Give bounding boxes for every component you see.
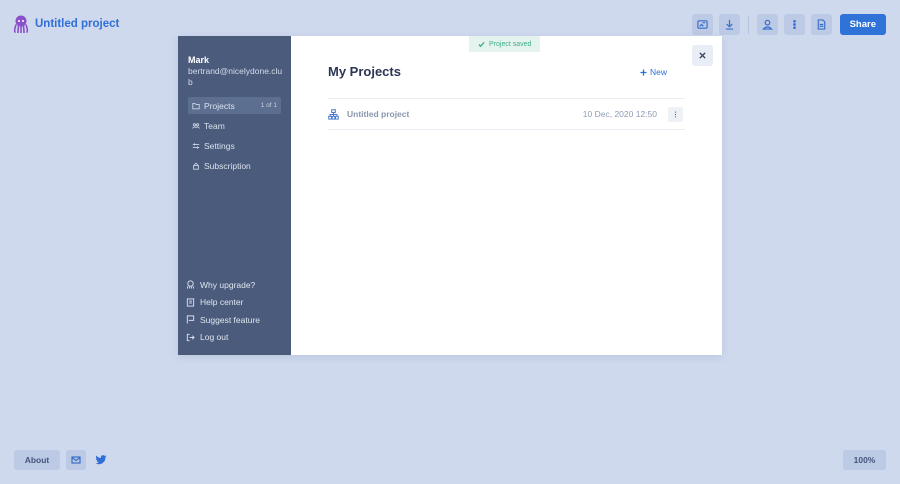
document-icon	[817, 19, 825, 30]
account-sidebar: Mark bertrand@nicelydone.club Projects 1…	[178, 36, 291, 355]
sidebar-item-label: Settings	[204, 140, 235, 151]
project-name: Untitled project	[347, 109, 410, 119]
top-toolbar: Share	[691, 14, 886, 35]
sidebar-bottom-nav: Why upgrade? Help center Suggest feature…	[186, 276, 260, 346]
sidebar-item-settings[interactable]: Settings	[188, 137, 281, 154]
projects-modal: Mark bertrand@nicelydone.club Projects 1…	[178, 36, 722, 355]
plus-icon	[640, 68, 647, 76]
sidebar-item-label: Subscription	[204, 160, 251, 171]
project-list: Untitled project 10 Dec, 2020 12:50	[328, 98, 685, 130]
user-email: bertrand@nicelydone.club	[188, 66, 283, 87]
user-icon	[761, 19, 773, 30]
about-button[interactable]: About	[14, 450, 60, 470]
sidebar-item-team[interactable]: Team	[188, 117, 281, 134]
lock-icon	[193, 162, 199, 170]
team-icon	[192, 122, 200, 129]
saved-status-badge: Project saved	[469, 36, 541, 52]
list-item[interactable]: Untitled project 10 Dec, 2020 12:50	[328, 99, 685, 129]
project-title[interactable]: Untitled project	[35, 18, 119, 30]
more-options-button[interactable]	[783, 14, 805, 35]
folder-icon	[192, 102, 200, 109]
help-center-link[interactable]: Help center	[186, 294, 260, 312]
octopus-logo-icon	[13, 15, 29, 33]
help-center-label: Help center	[200, 297, 244, 308]
book-icon	[186, 298, 195, 307]
mail-icon	[71, 456, 81, 464]
user-name: Mark	[188, 55, 210, 65]
checkmark-icon	[478, 41, 485, 47]
new-project-button[interactable]: New	[640, 67, 667, 77]
sidebar-item-label: Projects	[204, 100, 235, 111]
page-title: My Projects	[328, 64, 401, 79]
projects-panel: Project saved My Projects New Untitled p…	[291, 36, 722, 355]
more-vertical-icon	[792, 19, 796, 30]
user-button[interactable]	[756, 14, 778, 35]
export-image-icon	[696, 20, 708, 29]
document-button[interactable]	[810, 14, 832, 35]
close-button[interactable]	[692, 45, 713, 66]
sitemap-icon	[328, 108, 339, 120]
suggest-feature-label: Suggest feature	[200, 314, 261, 325]
sidebar-item-projects[interactable]: Projects 1 of 1	[188, 97, 281, 114]
download-button[interactable]	[718, 14, 740, 35]
new-project-label: New	[650, 67, 668, 77]
export-image-button[interactable]	[691, 14, 713, 35]
suggest-feature-link[interactable]: Suggest feature	[186, 311, 260, 329]
twitter-icon	[95, 455, 107, 465]
project-options-button[interactable]	[668, 106, 683, 122]
project-date: 10 Dec, 2020 12:50	[582, 109, 657, 119]
zoom-level-button[interactable]: 100%	[843, 450, 886, 470]
log-out-link[interactable]: Log out	[186, 329, 260, 347]
saved-status-text: Project saved	[489, 40, 532, 48]
brand: Untitled project	[13, 15, 119, 33]
download-icon	[725, 19, 733, 30]
why-upgrade-label: Why upgrade?	[200, 279, 256, 290]
contact-button[interactable]	[66, 450, 86, 470]
close-icon	[699, 52, 706, 59]
share-button[interactable]: Share	[839, 14, 886, 35]
toolbar-divider	[747, 15, 749, 34]
sidebar-item-label: Team	[204, 120, 225, 131]
log-out-label: Log out	[200, 332, 229, 343]
why-upgrade-link[interactable]: Why upgrade?	[186, 276, 260, 294]
flag-icon	[186, 315, 195, 324]
mascot-icon	[186, 280, 195, 289]
twitter-link[interactable]	[95, 453, 109, 467]
sliders-icon	[192, 142, 200, 149]
sidebar-nav: Projects 1 of 1 Team Settings Subscripti…	[188, 97, 281, 177]
logout-icon	[186, 333, 195, 341]
projects-count: 1 of 1	[260, 102, 277, 109]
more-vertical-icon	[674, 111, 677, 117]
sidebar-item-subscription[interactable]: Subscription	[188, 157, 281, 174]
